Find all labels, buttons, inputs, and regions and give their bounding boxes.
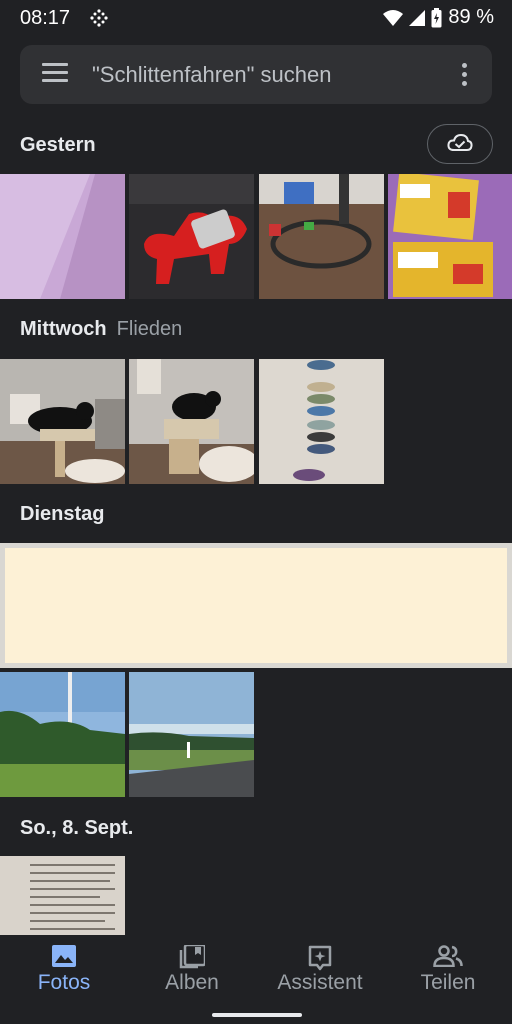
photo-shoes xyxy=(259,359,384,484)
section-title: Dienstag xyxy=(20,503,105,525)
bottom-navigation: Fotos Alben Assistent Teilen xyxy=(0,935,512,1005)
section-header-dienstag: Dienstag xyxy=(20,503,104,526)
photo-road-fog xyxy=(129,672,254,797)
section-title: So., 8. Sept. xyxy=(20,817,134,839)
photo-thumbnail[interactable] xyxy=(129,672,254,797)
cloud-done-icon xyxy=(447,133,473,151)
photo-black-cat xyxy=(0,359,125,484)
photo-wind-turbine xyxy=(0,672,125,797)
section-header-so-8-sept: So., 8. Sept. xyxy=(20,817,133,840)
signal-icon xyxy=(409,9,426,26)
status-time: 08:17 xyxy=(20,7,71,29)
photo-thumbnail[interactable] xyxy=(0,672,125,797)
photo-thumbnail[interactable] xyxy=(259,174,384,299)
photo-thumbnail[interactable] xyxy=(259,359,384,484)
search-input[interactable] xyxy=(90,57,444,93)
battery-icon xyxy=(431,7,442,27)
nav-tab-assistent[interactable]: Assistent xyxy=(256,935,384,1005)
gesture-handle[interactable] xyxy=(212,1013,302,1017)
app-notification-icon xyxy=(90,9,108,27)
nav-label: Fotos xyxy=(37,971,91,994)
wifi-icon xyxy=(383,9,404,26)
photo-blank-cream xyxy=(0,543,512,668)
status-bar: 08:17 89 % xyxy=(0,0,512,36)
photo-document-page xyxy=(0,856,125,935)
hamburger-menu-icon[interactable] xyxy=(42,63,68,85)
section-title: Gestern xyxy=(20,134,96,156)
nav-tab-alben[interactable]: Alben xyxy=(128,935,256,1005)
battery-level: 89 % xyxy=(448,6,494,28)
nav-tab-teilen[interactable]: Teilen xyxy=(384,935,512,1005)
photo-train-set xyxy=(259,174,384,299)
section-title: Mittwoch xyxy=(20,318,107,340)
nav-tab-fotos[interactable]: Fotos xyxy=(0,935,128,1005)
photo-thumbnail[interactable] xyxy=(388,174,512,299)
section-header-mittwoch: Mittwoch Flieden xyxy=(20,318,182,341)
photo-purple-fabric xyxy=(0,174,125,299)
photo-thumbnail[interactable] xyxy=(129,359,254,484)
nav-label: Alben xyxy=(165,971,219,994)
photo-thumbnail[interactable] xyxy=(0,359,125,484)
nav-label: Assistent xyxy=(277,971,363,994)
photo-thumbnail[interactable] xyxy=(129,174,254,299)
nav-label: Teilen xyxy=(420,971,476,994)
people-icon xyxy=(433,945,463,967)
photo-icon xyxy=(52,945,76,967)
backup-status-button[interactable] xyxy=(427,124,493,164)
more-options-icon[interactable] xyxy=(462,63,468,87)
photo-thumbnail[interactable] xyxy=(0,856,125,935)
album-icon xyxy=(179,945,205,969)
section-header-gestern: Gestern xyxy=(20,134,96,157)
section-location: Flieden xyxy=(116,318,183,340)
photo-thumbnail[interactable] xyxy=(0,174,125,299)
photo-gummy-bears xyxy=(388,174,512,299)
photo-black-cat-2 xyxy=(129,359,254,484)
photo-thumbnail-wide[interactable] xyxy=(0,543,512,668)
photo-red-toy xyxy=(129,174,254,299)
assistant-icon xyxy=(308,945,332,971)
search-bar xyxy=(20,45,492,104)
